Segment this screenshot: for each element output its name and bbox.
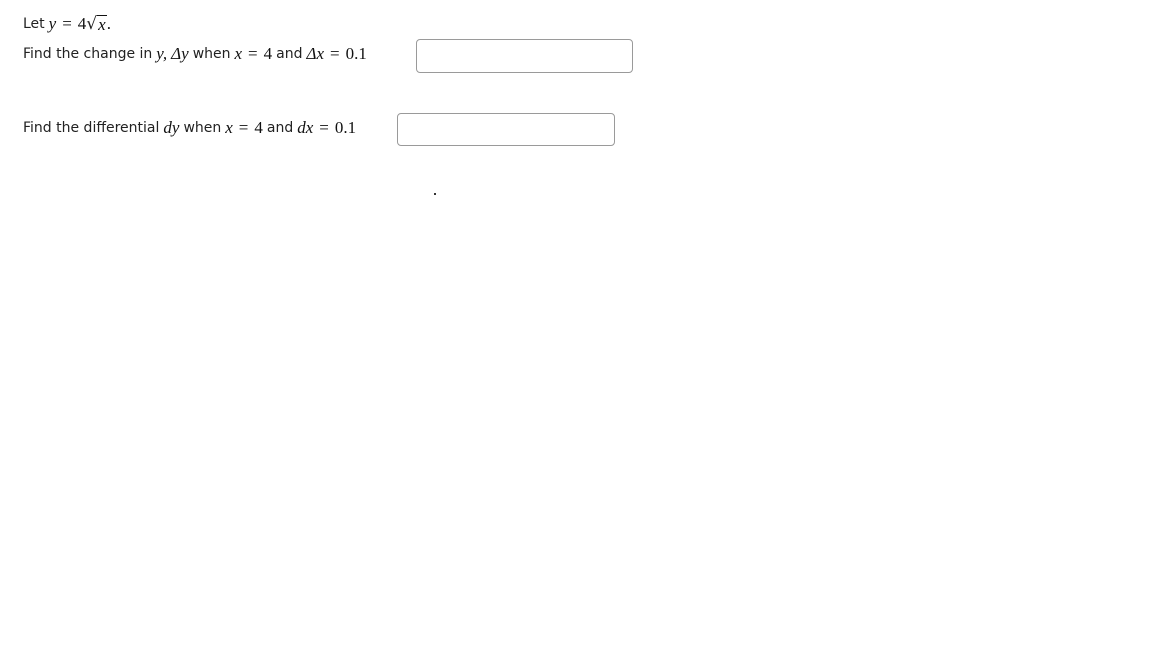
- math-delta-x-value: 0.1: [345, 44, 367, 63]
- math-equals: =: [330, 44, 340, 63]
- math-var-x: x: [234, 44, 243, 63]
- when-text: when: [192, 46, 231, 62]
- question-text: Find the differential: [23, 120, 160, 136]
- math-equals: =: [248, 44, 258, 63]
- math-delta-x: Δx: [306, 44, 325, 63]
- math-dx: dx: [297, 118, 314, 137]
- when-text: when: [183, 120, 222, 136]
- math-dx-value: 0.1: [334, 118, 357, 137]
- math-coefficient: 4: [77, 14, 87, 33]
- question-delta-y: Find the change in y, Δy when x = 4 and …: [23, 44, 367, 64]
- math-radicand: x: [97, 14, 107, 34]
- radical-sign-icon: √: [86, 14, 98, 35]
- math-equals: =: [238, 118, 249, 137]
- and-text: and: [266, 120, 294, 136]
- math-dy: dy: [163, 118, 180, 137]
- stray-dot: [434, 193, 436, 195]
- math-equals: =: [62, 14, 72, 33]
- math-var-y: y,: [156, 44, 168, 63]
- delta-y-answer-input[interactable]: [416, 39, 633, 73]
- dy-answer-input[interactable]: [397, 113, 615, 146]
- function-definition: Let y = 4 √ x .: [23, 14, 111, 34]
- square-root: √ x: [86, 14, 107, 35]
- math-equals: =: [319, 118, 329, 137]
- and-text: and: [276, 46, 303, 62]
- math-x-value: 4: [263, 44, 273, 63]
- math-var-y: y: [48, 14, 57, 33]
- let-label: Let: [23, 16, 45, 32]
- math-var-x: x: [225, 118, 233, 137]
- math-x-value: 4: [254, 118, 263, 137]
- question-text: Find the change in: [23, 46, 153, 62]
- math-delta-y: Δy: [171, 44, 189, 63]
- math-period: .: [106, 14, 111, 33]
- question-differential: Find the differential dy when x = 4 and …: [23, 118, 356, 138]
